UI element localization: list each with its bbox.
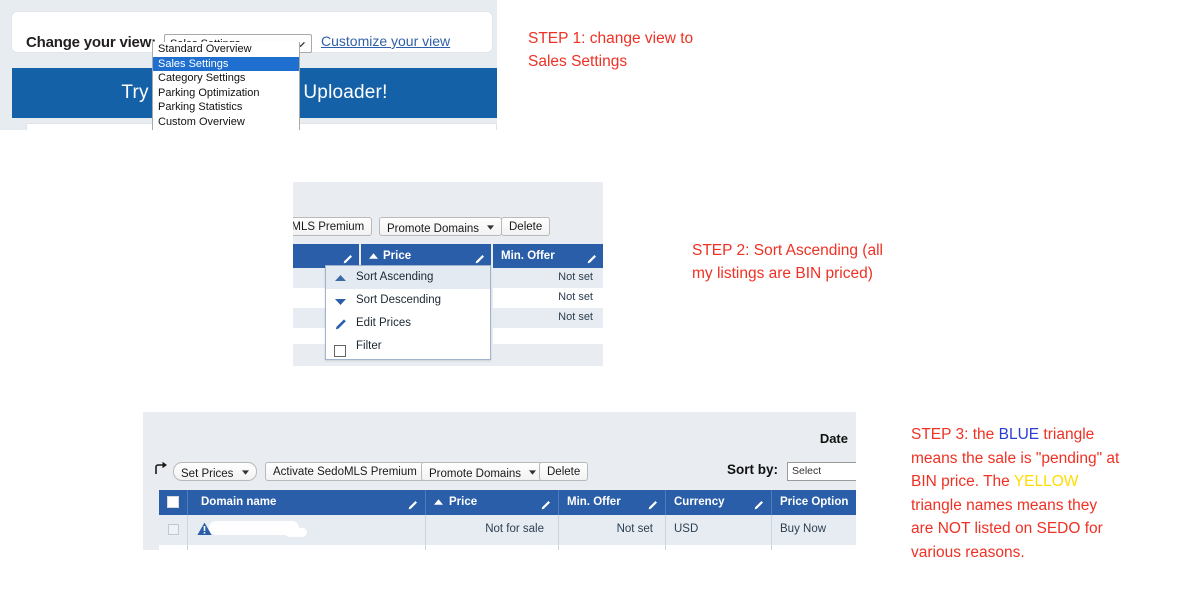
change-view-label: Change your view: <box>26 34 156 51</box>
set-prices-label: Set Prices <box>181 468 234 480</box>
column-header-price[interactable]: Price <box>425 490 558 515</box>
cell-min-offer: Not set <box>558 311 593 323</box>
column-divider <box>491 308 493 328</box>
customize-your-view-link[interactable]: Customize your view <box>321 33 450 49</box>
cell-min-offer: Not set <box>558 291 593 303</box>
column-header-min-offer[interactable]: Min. Offer <box>558 490 665 515</box>
menu-item-filter-label: Filter <box>356 340 382 352</box>
activate-sedomls-premium-button-partial[interactable]: oMLS Premium <box>293 217 373 236</box>
annotation-step-3-part3: triangle names means they are NOT listed… <box>911 496 1103 561</box>
column-header-currency[interactable]: Currency <box>665 490 771 515</box>
column-header-domain-name[interactable]: Domain name <box>187 490 425 515</box>
domains-table: Domain name Price Min. Offer Currency Pr… <box>159 490 856 550</box>
column-divider <box>491 268 493 288</box>
menu-item-sort-ascending-label: Sort Ascending <box>356 271 434 283</box>
column-divider <box>665 545 666 550</box>
dropdown-option-standard-overview[interactable]: Standard Overview <box>153 42 299 57</box>
column-divider <box>771 545 772 550</box>
annotation-keyword-yellow: YELLOW <box>1013 473 1079 490</box>
column-divider <box>187 545 188 550</box>
row-select-checkbox[interactable] <box>168 524 179 535</box>
column-divider <box>771 515 772 545</box>
caret-down-icon <box>529 463 537 481</box>
set-prices-button[interactable]: Set Prices <box>173 462 257 481</box>
dropdown-option-parking-optimization[interactable]: Parking Optimization <box>153 86 299 101</box>
column-header-min-offer-label: Min. Offer <box>501 250 555 262</box>
caret-down-icon <box>241 463 249 481</box>
menu-item-sort-ascending[interactable]: Sort Ascending <box>326 266 490 289</box>
menu-item-edit-prices[interactable]: Edit Prices <box>326 312 490 335</box>
checkbox-icon[interactable] <box>334 343 346 366</box>
annotation-step-2: STEP 2: Sort Ascending (all my listings … <box>692 242 883 282</box>
dropdown-option-category-settings[interactable]: Category Settings <box>153 71 299 86</box>
cell-currency: USD <box>674 523 699 535</box>
activate-sedomls-premium-button[interactable]: Activate SedoMLS Premium <box>265 462 425 481</box>
cell-price: Not for sale <box>485 523 544 535</box>
column-header-price-option[interactable]: Price Option <box>771 490 856 515</box>
column-header-min-offer[interactable]: Min. Offer <box>493 244 603 268</box>
price-column-context-menu[interactable]: Sort Ascending Sort Descending Edit Pric… <box>325 265 491 360</box>
caret-down-icon <box>487 218 495 236</box>
sort-by-select[interactable]: Select <box>787 462 856 481</box>
sort-menu-panel: oMLS Premium Promote Domains Delete Pric… <box>293 182 603 366</box>
column-divider <box>425 515 426 545</box>
activate-sedomls-premium-label: oMLS Premium <box>293 221 365 233</box>
column-header-price-label: Price <box>449 496 478 508</box>
delete-button[interactable]: Delete <box>539 462 589 481</box>
sort-by-value: Select <box>792 465 822 477</box>
menu-item-sort-descending[interactable]: Sort Descending <box>326 289 490 312</box>
column-divider <box>665 515 666 545</box>
annotation-step-3-part1: STEP 3: the <box>911 426 999 443</box>
column-divider <box>558 545 559 550</box>
cell-min-offer: Not set <box>616 523 653 535</box>
column-header-price-option-label: Price Option <box>780 496 849 508</box>
annotation-step-1: STEP 1: change view to Sales Settings <box>528 30 694 70</box>
column-divider <box>491 288 493 308</box>
change-view-panel: Change your view: Sales Settings Customi… <box>0 0 497 130</box>
dropdown-option-parking-statistics[interactable]: Parking Statistics <box>153 100 299 115</box>
cell-min-offer: Not set <box>558 271 593 283</box>
column-header-min-offer-label: Min. Offer <box>567 496 621 508</box>
menu-item-edit-prices-label: Edit Prices <box>356 317 411 329</box>
dropdown-option-sales-settings[interactable]: Sales Settings <box>153 56 299 72</box>
menu-item-filter[interactable]: Filter <box>326 335 490 358</box>
annotation-step-3: STEP 3: the BLUE triangle means the sale… <box>911 423 1121 564</box>
column-divider <box>558 515 559 545</box>
column-header-currency-label: Currency <box>674 496 725 508</box>
promote-domains-button[interactable]: Promote Domains <box>421 462 545 481</box>
activate-sedomls-premium-label: Activate SedoMLS Premium <box>273 466 417 478</box>
column-divider <box>491 328 493 344</box>
table-header-row: Domain name Price Min. Offer Currency Pr… <box>159 490 856 515</box>
domain-list-panel: Date Set Prices Activate SedoMLS Premium… <box>143 412 856 550</box>
promote-domains-label: Promote Domains <box>429 468 522 480</box>
column-header-price-label: Price <box>383 250 412 262</box>
date-column-label: Date <box>819 431 848 446</box>
redaction-mark <box>285 528 307 537</box>
delete-label: Delete <box>547 466 581 478</box>
promote-domains-label: Promote Domains <box>387 223 480 235</box>
delete-label: Delete <box>509 221 543 233</box>
share-arrow-icon[interactable] <box>155 461 168 480</box>
column-header-domain-name-label: Domain name <box>201 496 277 508</box>
delete-button[interactable]: Delete <box>501 217 551 236</box>
dropdown-option-custom-overview[interactable]: Custom Overview <box>153 115 299 130</box>
column-divider <box>187 515 188 545</box>
sort-by-label: Sort by: <box>727 462 779 477</box>
table-row[interactable]: .com Not for sale Not set USD Buy Now <box>159 515 856 545</box>
select-all-checkbox[interactable] <box>167 496 179 508</box>
annotation-keyword-blue: BLUE <box>998 426 1040 443</box>
menu-item-sort-descending-label: Sort Descending <box>356 294 442 306</box>
promote-domains-button[interactable]: Promote Domains <box>379 217 503 236</box>
view-dropdown-list[interactable]: Standard Overview Sales Settings Categor… <box>152 42 300 130</box>
table-row-partial <box>159 545 856 550</box>
column-divider <box>425 545 426 550</box>
cell-price-option: Buy Now <box>780 523 827 535</box>
